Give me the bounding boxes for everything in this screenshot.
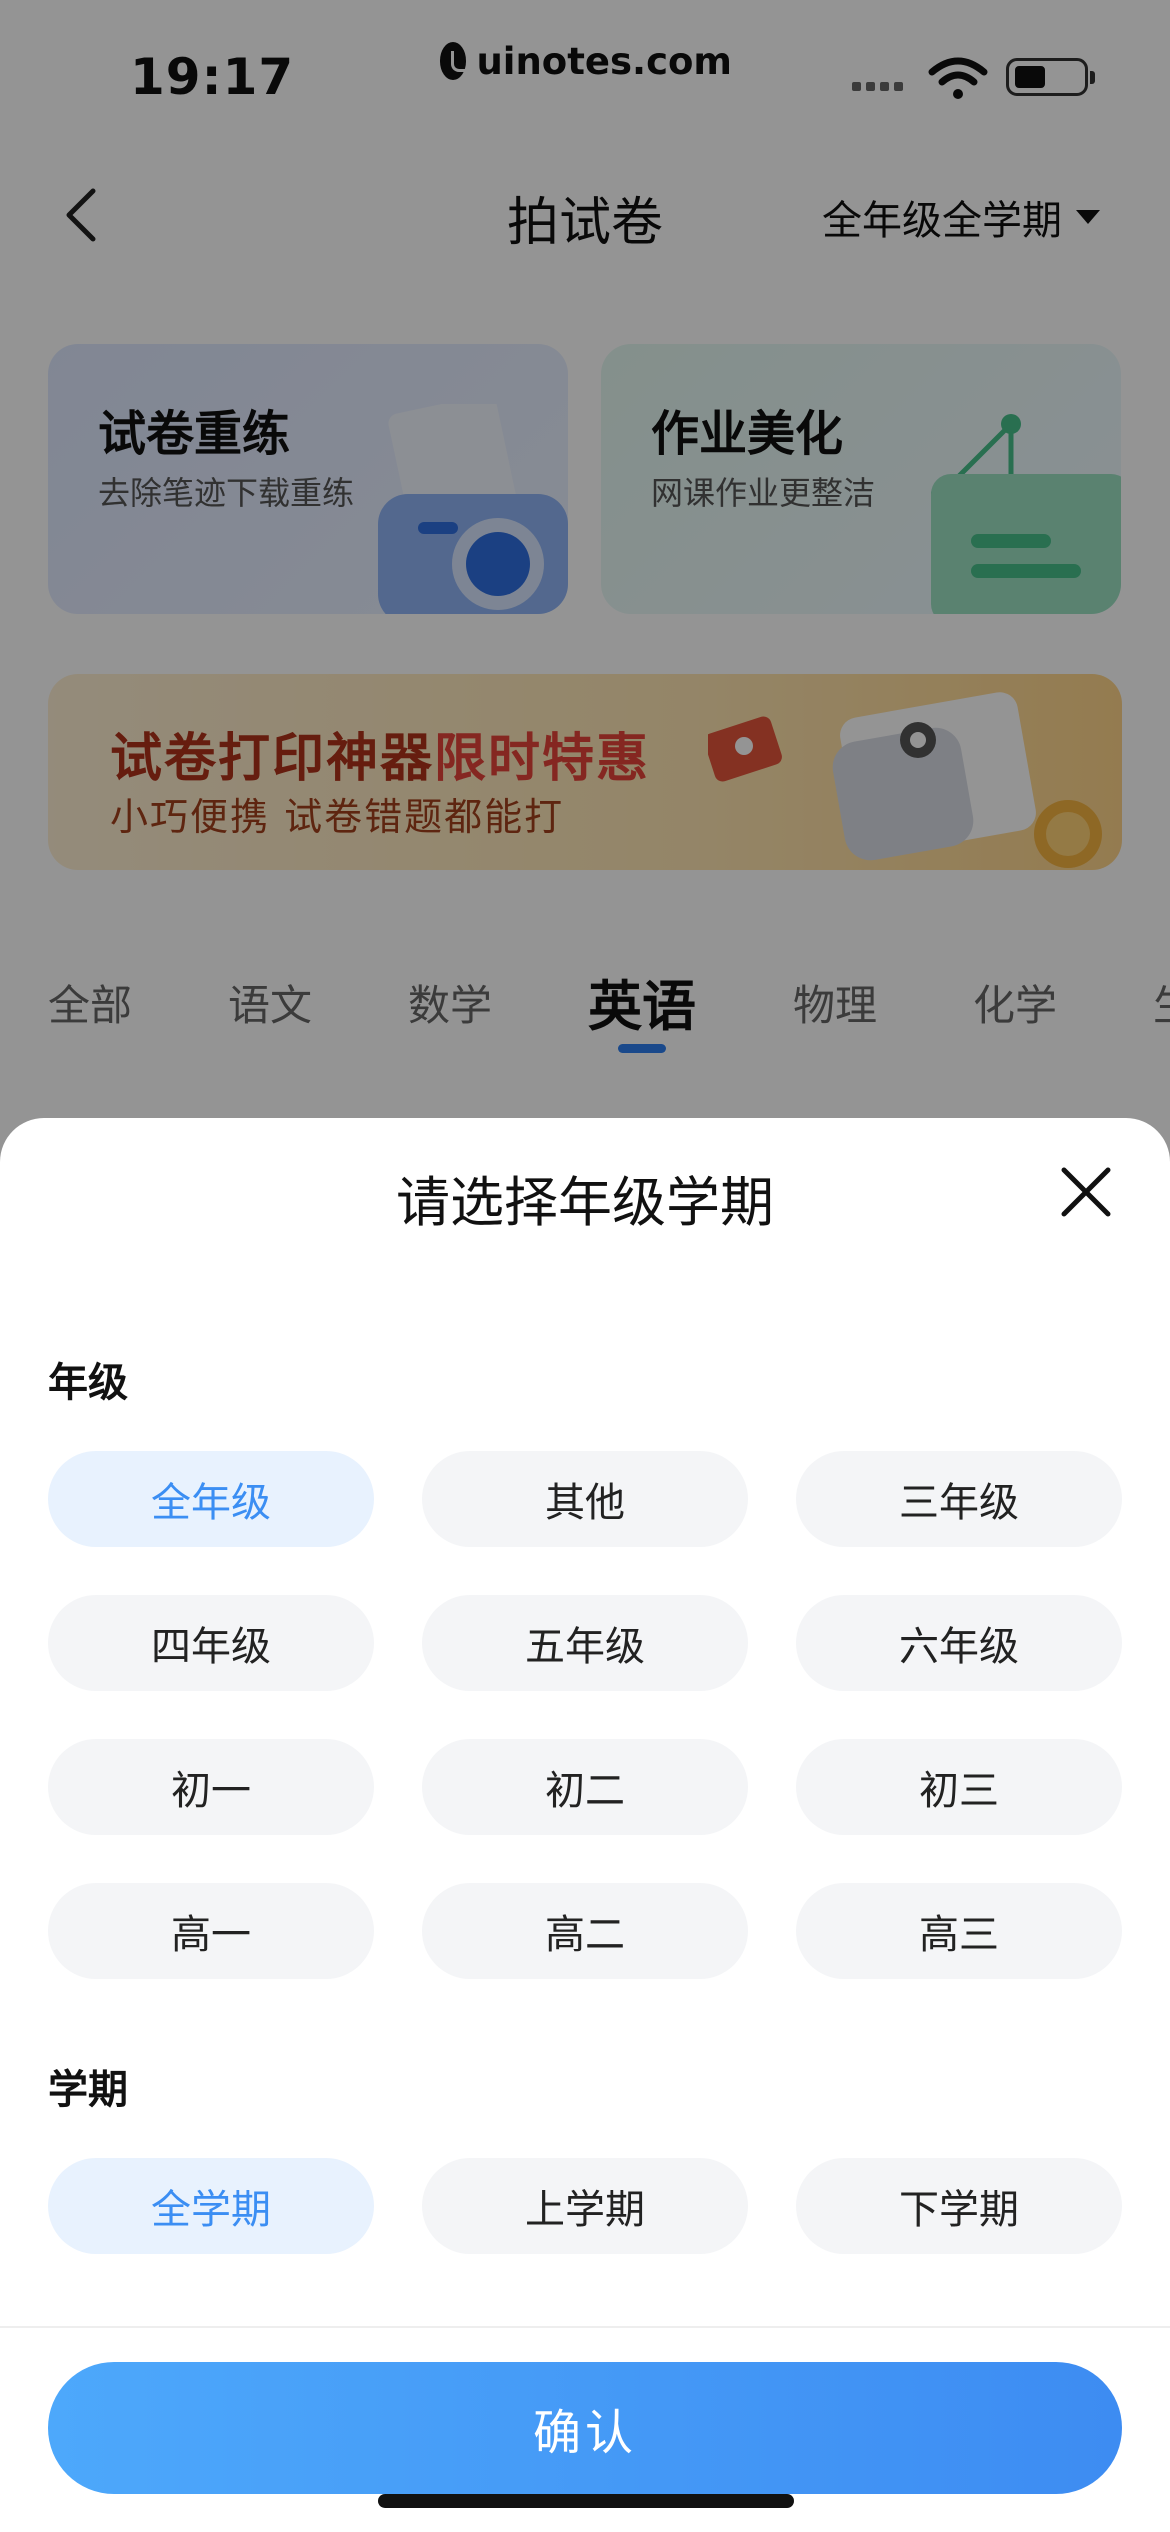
close-icon[interactable] — [1058, 1164, 1114, 1220]
confirm-button[interactable]: 确认 — [48, 2362, 1122, 2494]
home-indicator — [378, 2494, 794, 2508]
footer-divider — [0, 2326, 1170, 2328]
grade-option-grade4[interactable]: 四年级 — [48, 1595, 374, 1691]
term-option-second[interactable]: 下学期 — [796, 2158, 1122, 2254]
grade-option-junior3[interactable]: 初三 — [796, 1739, 1122, 1835]
grade-option-senior3[interactable]: 高三 — [796, 1883, 1122, 1979]
term-option-all[interactable]: 全学期 — [48, 2158, 374, 2254]
sheet-title: 请选择年级学期 — [396, 1171, 774, 1234]
grade-option-junior1[interactable]: 初一 — [48, 1739, 374, 1835]
grade-option-grade6[interactable]: 六年级 — [796, 1595, 1122, 1691]
grade-section-label: 年级 — [48, 1360, 128, 1406]
grade-option-grade5[interactable]: 五年级 — [422, 1595, 748, 1691]
grade-option-grade3[interactable]: 三年级 — [796, 1451, 1122, 1547]
term-section-label: 学期 — [48, 2067, 128, 2113]
grade-option-senior2[interactable]: 高二 — [422, 1883, 748, 1979]
term-option-first[interactable]: 上学期 — [422, 2158, 748, 2254]
grade-option-junior2[interactable]: 初二 — [422, 1739, 748, 1835]
grade-option-senior1[interactable]: 高一 — [48, 1883, 374, 1979]
grade-option-all[interactable]: 全年级 — [48, 1451, 374, 1547]
grade-option-other[interactable]: 其他 — [422, 1451, 748, 1547]
